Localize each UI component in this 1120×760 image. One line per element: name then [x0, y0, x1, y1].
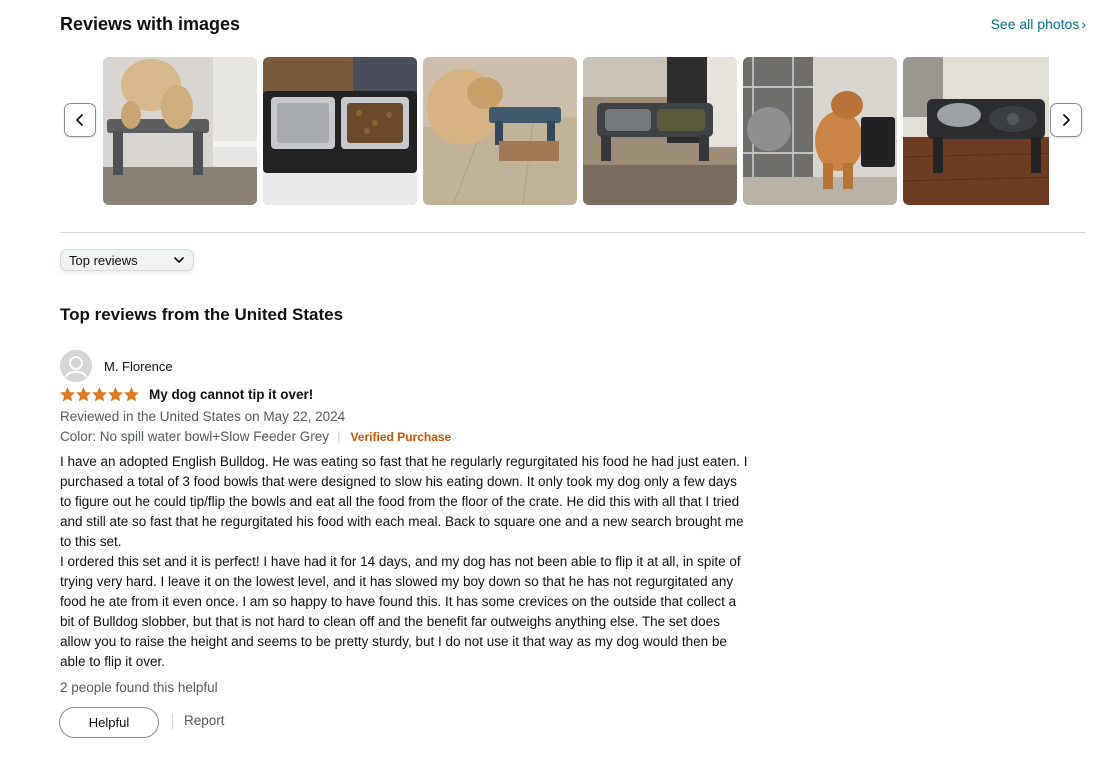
- review-title[interactable]: My dog cannot tip it over!: [149, 387, 313, 402]
- star-rating[interactable]: [60, 387, 139, 402]
- review-image-6[interactable]: [903, 57, 1049, 205]
- thumbnail-strip: [103, 57, 1049, 205]
- reviewer-profile[interactable]: M. Florence: [60, 350, 173, 382]
- chevron-left-icon: [76, 114, 83, 126]
- star-icon: [124, 387, 139, 402]
- star-icon: [92, 387, 107, 402]
- star-icon: [60, 387, 75, 402]
- carousel-prev-button[interactable]: [64, 103, 96, 137]
- variant-label[interactable]: Color: No spill water bowl+Slow Feeder G…: [60, 429, 329, 444]
- verified-purchase-badge: Verified Purchase: [350, 430, 452, 444]
- reviewer-name: M. Florence: [104, 358, 173, 374]
- helpful-count: 2 people found this helpful: [60, 680, 218, 695]
- see-all-photos-link[interactable]: See all photos ›: [991, 16, 1086, 32]
- helpful-button[interactable]: Helpful: [59, 707, 159, 738]
- chevron-right-icon: ›: [1081, 16, 1086, 32]
- chevron-right-icon: [1063, 114, 1070, 126]
- review-date: Reviewed in the United States on May 22,…: [60, 409, 346, 424]
- golden-dog-photo-icon: [423, 57, 577, 205]
- star-icon: [76, 387, 91, 402]
- dog-eating-photo-icon: [103, 57, 257, 205]
- review-image-5[interactable]: [743, 57, 897, 205]
- bowls-closeup-photo-icon: [263, 57, 417, 205]
- variant-separator: |: [336, 429, 341, 444]
- review-rating-row: My dog cannot tip it over!: [60, 387, 313, 402]
- review-image-2[interactable]: [263, 57, 417, 205]
- review-image-1[interactable]: [103, 57, 257, 205]
- feeder-floor-photo-icon: [583, 57, 737, 205]
- report-divider: [172, 714, 173, 730]
- reviews-with-images-title: Reviews with images: [60, 14, 241, 34]
- see-all-photos-label: See all photos: [990, 16, 1080, 32]
- report-link[interactable]: Report: [184, 713, 225, 728]
- review-variant-row: Color: No spill water bowl+Slow Feeder G…: [60, 429, 451, 444]
- carousel-next-button[interactable]: [1050, 103, 1082, 137]
- avatar: [60, 350, 92, 382]
- chevron-down-icon: [174, 257, 184, 263]
- user-avatar-icon: [60, 350, 92, 382]
- star-icon: [108, 387, 123, 402]
- review-body-paragraph: I have an adopted English Bulldog. He wa…: [60, 454, 748, 549]
- bulldog-kitchen-photo-icon: [743, 57, 897, 205]
- review-images-carousel: [60, 57, 1086, 205]
- sort-selected-value: Top reviews: [69, 252, 138, 268]
- review-body: I have an adopted English Bulldog. He wa…: [60, 452, 750, 672]
- top-reviews-heading: Top reviews from the United States: [60, 305, 344, 324]
- review-image-3[interactable]: [423, 57, 577, 205]
- feeder-wood-floor-photo-icon: [903, 57, 1049, 205]
- section-divider: [60, 232, 1086, 233]
- sort-reviews-dropdown[interactable]: Top reviews: [60, 249, 194, 271]
- review-image-4[interactable]: [583, 57, 737, 205]
- review-body-paragraph: I ordered this set and it is perfect! I …: [60, 554, 741, 669]
